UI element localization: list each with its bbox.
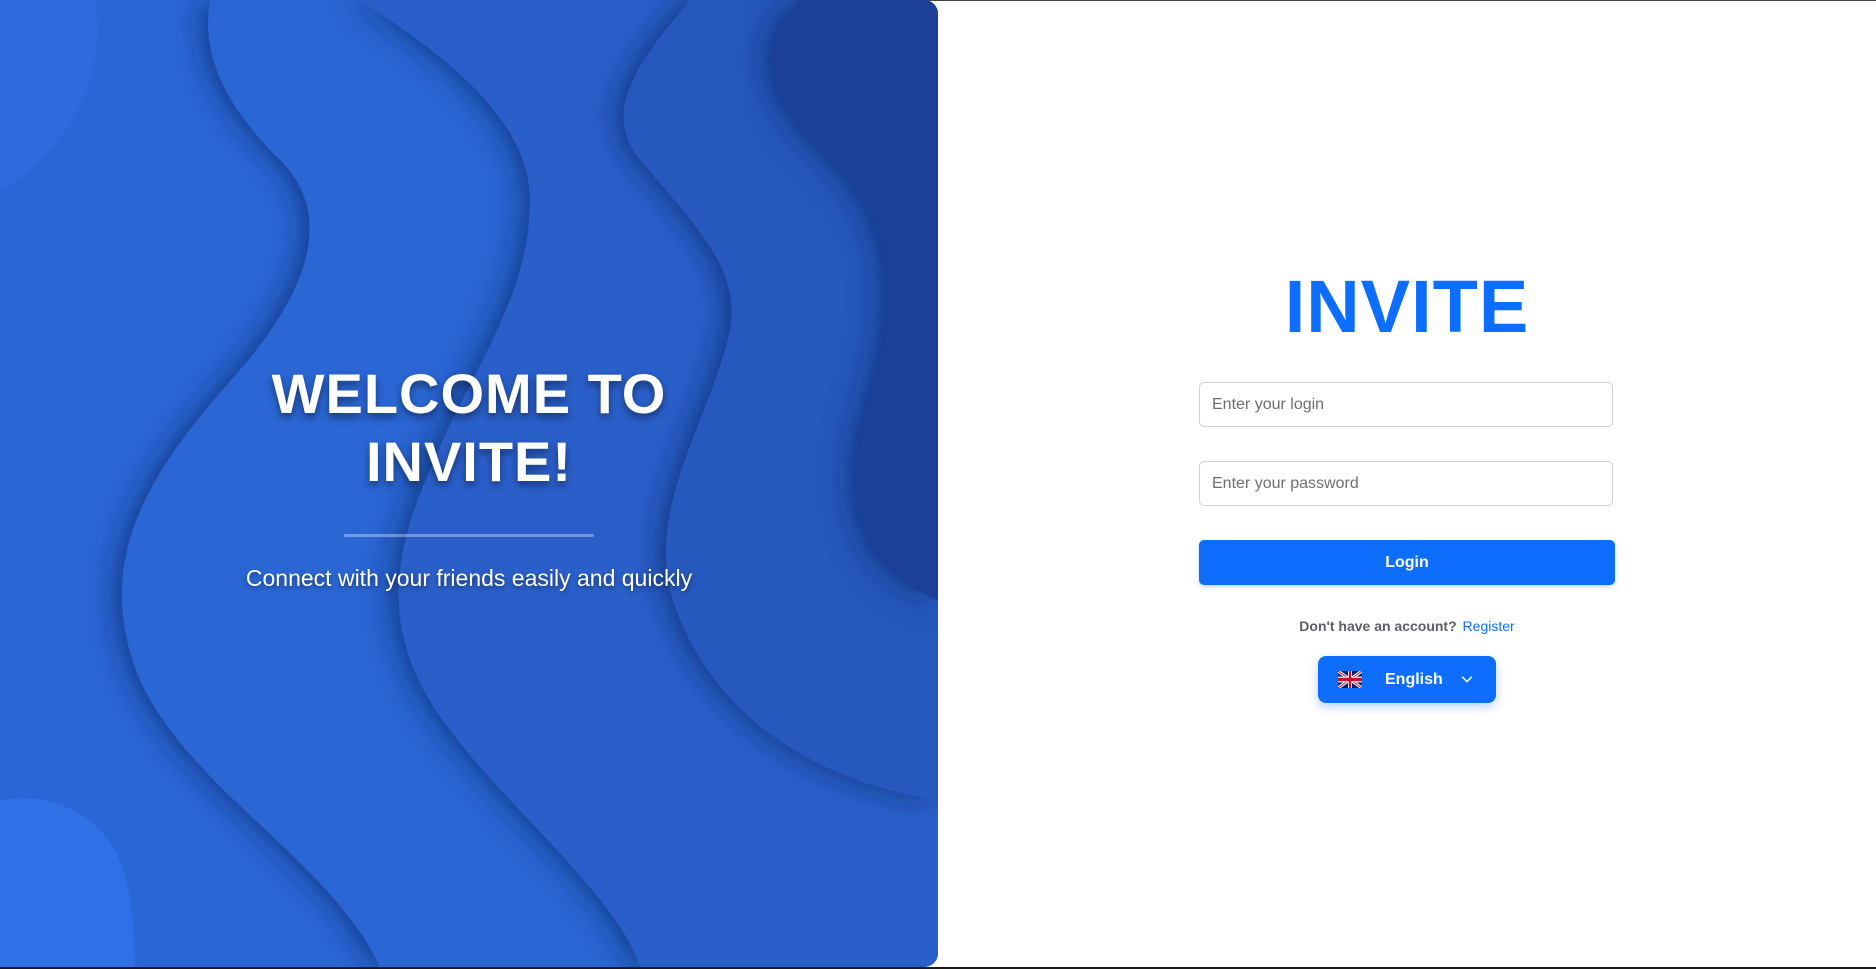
- language-selector[interactable]: English: [1318, 656, 1496, 703]
- hero-title: WELCOME TO INVITE!: [271, 362, 667, 493]
- hero-divider: [344, 534, 594, 537]
- login-input[interactable]: [1199, 382, 1613, 427]
- login-button[interactable]: Login: [1199, 540, 1615, 585]
- chevron-down-icon: [1461, 676, 1473, 683]
- hero-subtitle: Connect with your friends easily and qui…: [245, 565, 693, 591]
- language-label: English: [1385, 671, 1443, 688]
- register-prompt-text: Don't have an account?: [1299, 618, 1457, 634]
- brand-logo: INVITE: [1284, 265, 1530, 348]
- uk-flag-icon: [1338, 671, 1362, 688]
- login-page: WELCOME TO INVITE! Connect with your fri…: [0, 0, 1876, 967]
- register-prompt-row: Don't have an account? Register: [938, 618, 1876, 634]
- register-link[interactable]: Register: [1463, 618, 1515, 634]
- hero-panel: WELCOME TO INVITE! Connect with your fri…: [0, 0, 938, 967]
- password-input[interactable]: [1199, 461, 1613, 506]
- login-panel: INVITE Login Don't have an account? Regi…: [938, 0, 1876, 967]
- hero-content: WELCOME TO INVITE! Connect with your fri…: [0, 360, 938, 592]
